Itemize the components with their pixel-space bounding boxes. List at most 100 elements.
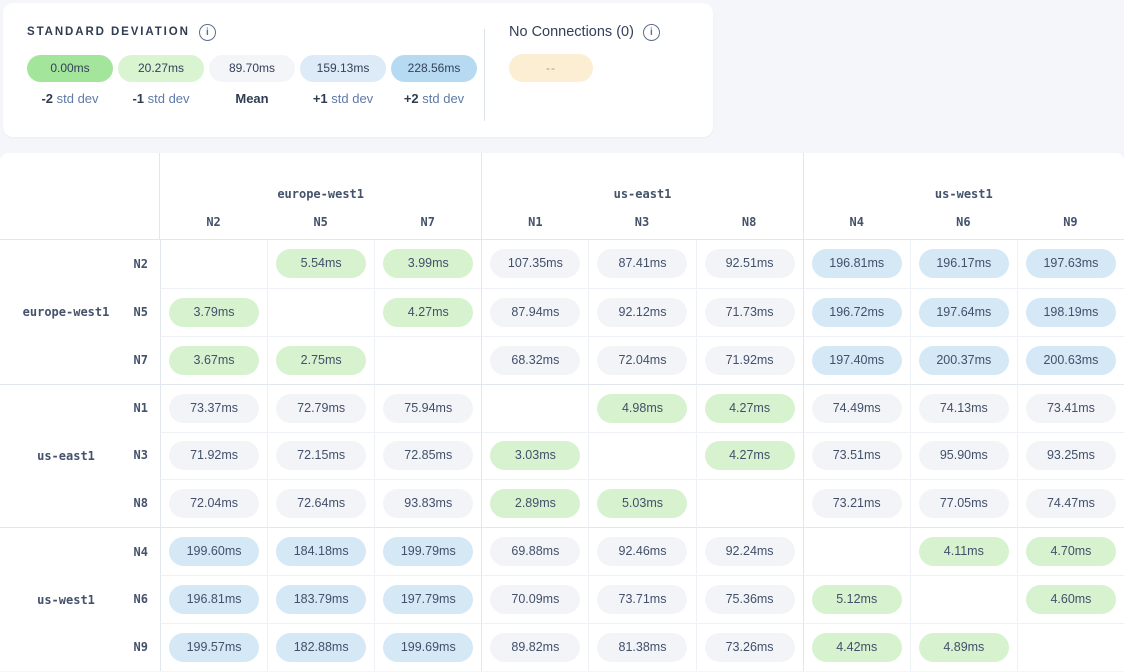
col-node-header-N6: N6: [910, 205, 1017, 240]
cell-N8-N1: 2.89ms: [481, 479, 588, 527]
latency-dashboard: STANDARD DEVIATION i 0.00ms20.27ms89.70m…: [0, 0, 1124, 672]
latency-pill-N9-N5[interactable]: 182.88ms: [276, 633, 366, 662]
no-connections-label: No Connections (0): [509, 24, 634, 40]
latency-pill-N7-N6[interactable]: 200.37ms: [919, 346, 1009, 375]
latency-pill-N8-N7[interactable]: 93.83ms: [383, 489, 473, 518]
latency-pill-N8-N1[interactable]: 2.89ms: [490, 489, 580, 518]
row-node-header-N1: N1: [132, 384, 160, 432]
latency-pill-N2-N9[interactable]: 197.63ms: [1026, 249, 1116, 278]
latency-pill-N5-N6[interactable]: 197.64ms: [919, 298, 1009, 327]
latency-pill-N6-N1[interactable]: 70.09ms: [490, 585, 580, 614]
latency-pill-N9-N6[interactable]: 4.89ms: [919, 633, 1009, 662]
latency-pill-N9-N2[interactable]: 199.57ms: [169, 633, 259, 662]
latency-pill-N3-N9[interactable]: 93.25ms: [1026, 441, 1116, 470]
latency-pill-N6-N7[interactable]: 197.79ms: [383, 585, 473, 614]
latency-pill-N6-N8[interactable]: 75.36ms: [705, 585, 795, 614]
latency-pill-N1-N4[interactable]: 74.49ms: [812, 394, 902, 423]
latency-pill-N2-N8[interactable]: 92.51ms: [705, 249, 795, 278]
latency-pill-N3-N7[interactable]: 72.85ms: [383, 441, 473, 470]
latency-pill-N1-N2[interactable]: 73.37ms: [169, 394, 259, 423]
cell-N3-N5: 72.15ms: [267, 432, 374, 480]
latency-pill-N9-N4[interactable]: 4.42ms: [812, 633, 902, 662]
cell-N3-N8: 4.27ms: [696, 432, 803, 480]
latency-pill-N2-N7[interactable]: 3.99ms: [383, 249, 473, 278]
latency-pill-N3-N1[interactable]: 3.03ms: [490, 441, 580, 470]
latency-pill-N1-N8[interactable]: 4.27ms: [705, 394, 795, 423]
latency-pill-N5-N1[interactable]: 87.94ms: [490, 298, 580, 327]
cell-N5-N7: 4.27ms: [374, 288, 481, 336]
latency-pill-N6-N5[interactable]: 183.79ms: [276, 585, 366, 614]
latency-pill-N6-N3[interactable]: 73.71ms: [597, 585, 687, 614]
cell-N8-N7: 93.83ms: [374, 479, 481, 527]
latency-pill-N2-N6[interactable]: 196.17ms: [919, 249, 1009, 278]
latency-pill-N7-N2[interactable]: 3.67ms: [169, 346, 259, 375]
latency-pill-N1-N5[interactable]: 72.79ms: [276, 394, 366, 423]
info-icon[interactable]: i: [199, 24, 216, 41]
latency-pill-N6-N9[interactable]: 4.60ms: [1026, 585, 1116, 614]
row-node-header-N8: N8: [132, 479, 160, 527]
latency-pill-N7-N5[interactable]: 2.75ms: [276, 346, 366, 375]
latency-pill-N4-N5[interactable]: 184.18ms: [276, 537, 366, 566]
latency-pill-N2-N5[interactable]: 5.54ms: [276, 249, 366, 278]
latency-pill-N5-N8[interactable]: 71.73ms: [705, 298, 795, 327]
latency-pill-N7-N8[interactable]: 71.92ms: [705, 346, 795, 375]
cell-N3-N7: 72.85ms: [374, 432, 481, 480]
latency-pill-N3-N5[interactable]: 72.15ms: [276, 441, 366, 470]
latency-pill-N4-N9[interactable]: 4.70ms: [1026, 537, 1116, 566]
cell-N5-N4: 196.72ms: [803, 288, 910, 336]
latency-pill-N6-N4[interactable]: 5.12ms: [812, 585, 902, 614]
latency-pill-N1-N6[interactable]: 74.13ms: [919, 394, 1009, 423]
cell-N9-N6: 4.89ms: [910, 623, 1017, 671]
col-region-header-us-west1: us-west1: [803, 153, 1124, 205]
latency-pill-N7-N1[interactable]: 68.32ms: [490, 346, 580, 375]
latency-pill-N3-N8[interactable]: 4.27ms: [705, 441, 795, 470]
latency-pill-N1-N3[interactable]: 4.98ms: [597, 394, 687, 423]
latency-pill-N7-N4[interactable]: 197.40ms: [812, 346, 902, 375]
latency-pill-N9-N1[interactable]: 89.82ms: [490, 633, 580, 662]
cell-N9-N9: [1017, 623, 1124, 671]
latency-pill-N4-N6[interactable]: 4.11ms: [919, 537, 1009, 566]
latency-pill-N4-N8[interactable]: 92.24ms: [705, 537, 795, 566]
latency-pill-N8-N4[interactable]: 73.21ms: [812, 489, 902, 518]
latency-pill-N2-N1[interactable]: 107.35ms: [490, 249, 580, 278]
cell-N7-N2: 3.67ms: [160, 336, 267, 384]
latency-pill-N4-N1[interactable]: 69.88ms: [490, 537, 580, 566]
latency-pill-N5-N9[interactable]: 198.19ms: [1026, 298, 1116, 327]
latency-pill-N7-N9[interactable]: 200.63ms: [1026, 346, 1116, 375]
latency-pill-N8-N9[interactable]: 74.47ms: [1026, 489, 1116, 518]
col-region-header-us-east1: us-east1: [481, 153, 802, 205]
std-dev-title-row: STANDARD DEVIATION i: [27, 23, 484, 41]
cell-N9-N7: 199.69ms: [374, 623, 481, 671]
latency-pill-N5-N4[interactable]: 196.72ms: [812, 298, 902, 327]
latency-pill-N2-N3[interactable]: 87.41ms: [597, 249, 687, 278]
latency-pill-N5-N3[interactable]: 92.12ms: [597, 298, 687, 327]
latency-pill-N3-N2[interactable]: 71.92ms: [169, 441, 259, 470]
std-dev-label-text: std dev: [57, 91, 99, 106]
latency-pill-N3-N6[interactable]: 95.90ms: [919, 441, 1009, 470]
latency-pill-N7-N3[interactable]: 72.04ms: [597, 346, 687, 375]
latency-pill-N6-N2[interactable]: 196.81ms: [169, 585, 259, 614]
latency-pill-N4-N7[interactable]: 199.79ms: [383, 537, 473, 566]
latency-pill-N9-N7[interactable]: 199.69ms: [383, 633, 473, 662]
latency-pill-N1-N9[interactable]: 73.41ms: [1026, 394, 1116, 423]
latency-pill-N8-N2[interactable]: 72.04ms: [169, 489, 259, 518]
cell-N6-N1: 70.09ms: [481, 575, 588, 623]
latency-pill-N5-N2[interactable]: 3.79ms: [169, 298, 259, 327]
cell-N5-N6: 197.64ms: [910, 288, 1017, 336]
latency-pill-N3-N4[interactable]: 73.51ms: [812, 441, 902, 470]
info-icon[interactable]: i: [643, 24, 660, 41]
latency-pill-N4-N2[interactable]: 199.60ms: [169, 537, 259, 566]
cell-N5-N2: 3.79ms: [160, 288, 267, 336]
std-dev-label-prefix: +1: [313, 91, 328, 106]
latency-pill-N8-N3[interactable]: 5.03ms: [597, 489, 687, 518]
latency-pill-N9-N3[interactable]: 81.38ms: [597, 633, 687, 662]
std-dev-legend: STANDARD DEVIATION i 0.00ms20.27ms89.70m…: [3, 3, 484, 137]
latency-pill-N4-N3[interactable]: 92.46ms: [597, 537, 687, 566]
latency-pill-N8-N6[interactable]: 77.05ms: [919, 489, 1009, 518]
latency-pill-N9-N8[interactable]: 73.26ms: [705, 633, 795, 662]
latency-pill-N2-N4[interactable]: 196.81ms: [812, 249, 902, 278]
latency-pill-N8-N5[interactable]: 72.64ms: [276, 489, 366, 518]
latency-pill-N5-N7[interactable]: 4.27ms: [383, 298, 473, 327]
latency-matrix-card: europe-west1N2N5N7us-east1N1N3N8us-west1…: [0, 153, 1124, 671]
latency-pill-N1-N7[interactable]: 75.94ms: [383, 394, 473, 423]
